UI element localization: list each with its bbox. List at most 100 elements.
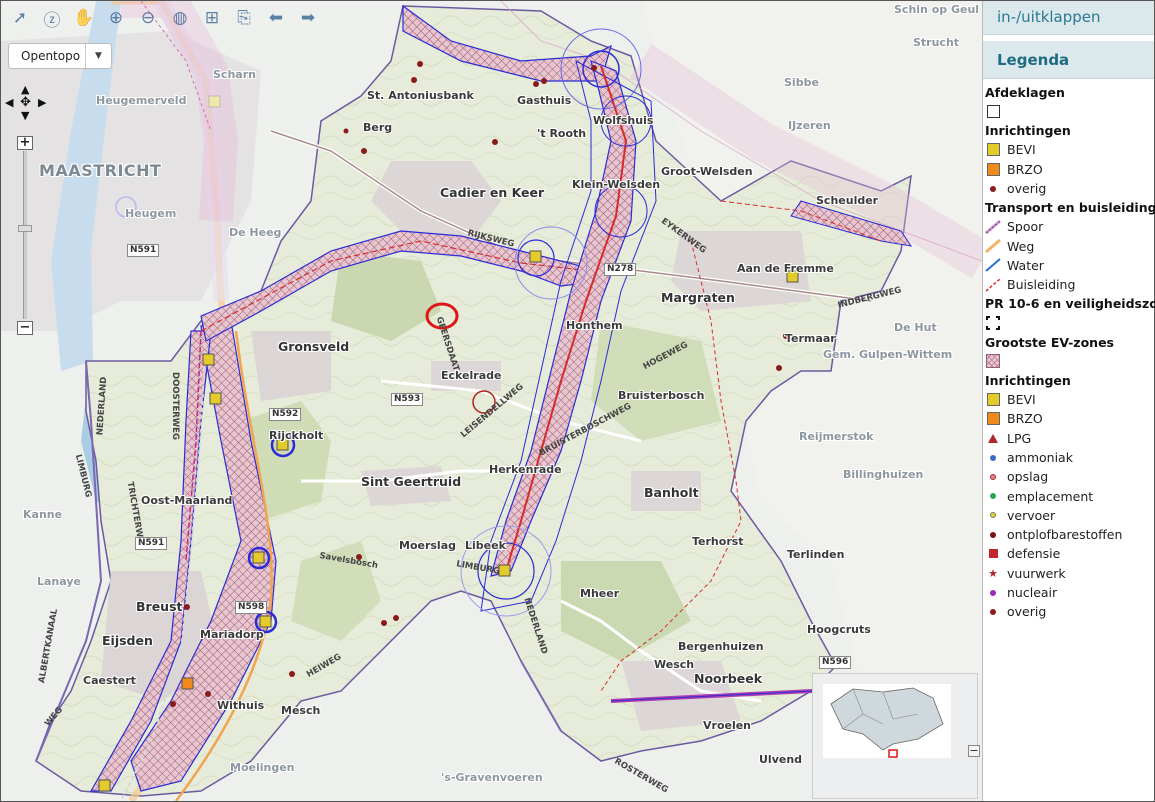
legend-item: Weg: [985, 236, 1154, 255]
zoom-bar[interactable]: [23, 151, 27, 319]
place-label: Scheulder: [816, 194, 879, 207]
place-label: Schin op Geul: [894, 3, 980, 16]
pan-hand-icon[interactable]: ✋: [71, 6, 97, 30]
dot-blue-icon: [985, 451, 1001, 465]
back-icon[interactable]: ⬅: [263, 6, 289, 30]
road-label: DOOSTERWEG: [169, 372, 180, 440]
line-spoor-icon: [985, 219, 1001, 234]
panel-toggle[interactable]: in-/uitklappen: [983, 1, 1154, 35]
bracket-icon: [985, 316, 1001, 331]
legend-item: BEVI: [985, 140, 1154, 159]
legend-item: Buisleiding: [985, 275, 1154, 294]
place-label: Herkenrade: [489, 463, 562, 476]
place-label: Mariadorp: [200, 628, 264, 641]
place-label: Wolfshuis: [593, 114, 654, 127]
map-viewport[interactable]: MAASTRICHT Scharn Heugemerveld Heugem De…: [1, 1, 982, 801]
pan-center-icon[interactable]: ✥: [20, 95, 31, 110]
line-weg-icon: [985, 239, 1001, 254]
overview-map-toggle[interactable]: −: [968, 745, 980, 757]
place-label: Gasthuis: [517, 94, 572, 107]
legend-item: Water: [985, 256, 1154, 275]
sq-orange-icon: [985, 162, 1001, 176]
road-shield: N596: [819, 656, 852, 669]
place-label: Heugemerveld: [96, 94, 187, 107]
pan-right-icon[interactable]: ▶: [38, 96, 46, 109]
legend-item-label: BEVI: [1007, 392, 1036, 408]
dot-maroon-icon: [985, 528, 1001, 542]
place-label: Moelingen: [230, 761, 295, 774]
road-shield: N278: [604, 263, 637, 276]
pan-left-icon[interactable]: ◀: [5, 96, 13, 109]
legend-item-label: Weg: [1007, 238, 1035, 254]
place-label: Gem. Gulpen-Wittem: [823, 348, 953, 361]
overview-map[interactable]: [812, 673, 978, 799]
dot-purple-icon: [985, 586, 1001, 600]
place-label: Oost-Maarland: [141, 494, 233, 507]
pan-down-icon[interactable]: ▼: [21, 109, 29, 122]
side-panel: in-/uitklappen Legenda Afdeklagen Inricht…: [982, 1, 1155, 801]
place-label: Caestert: [83, 674, 136, 687]
place-label: Noorbeek: [694, 671, 763, 686]
select-arrow-icon[interactable]: ➚: [7, 6, 33, 30]
dot-darkred-icon: [985, 605, 1001, 619]
legend-heading: Grootste EV-zones: [985, 334, 1114, 350]
place-label: Strucht: [913, 36, 960, 49]
place-label: Moerslag: [399, 539, 457, 552]
place-label: Berg: [363, 121, 393, 134]
legend-item: defensie: [985, 544, 1154, 563]
zoom-slider-handle[interactable]: [18, 225, 32, 232]
legend-item: [985, 352, 1154, 371]
zoom-in-button[interactable]: +: [17, 136, 33, 150]
place-label: Kanne: [23, 508, 63, 521]
place-label: Withuis: [217, 699, 265, 712]
tri-red-icon: [985, 431, 1001, 445]
sq-yellow-icon: [985, 143, 1001, 157]
place-label: 't Rooth: [537, 127, 587, 140]
legend-item-label: nucleair: [1007, 585, 1058, 601]
basemap-select[interactable]: Opentopo ▼: [8, 43, 112, 69]
place-label: Groot-Welsden: [661, 165, 753, 178]
place-label: Terlinden: [787, 548, 845, 561]
place-label: Eijsden: [102, 633, 153, 648]
legend-item: ★ vuurwerk: [985, 564, 1154, 583]
place-label: Sibbe: [784, 76, 819, 89]
place-label: Ulvend: [759, 753, 803, 766]
road-shield: N598: [235, 601, 268, 614]
place-label: Aan de Fremme: [737, 262, 834, 275]
legend-item-label: overig: [1007, 181, 1047, 197]
map-toolbar: ➚ ⓩ ✋ ⊕ ⊖ ◍ ⊞ ⎘ ⬅ ➡: [7, 5, 321, 31]
place-label: Banholt: [644, 485, 699, 500]
place-label: De Hut: [894, 321, 937, 334]
zoom-out-button[interactable]: −: [17, 321, 33, 335]
chevron-down-icon[interactable]: ▼: [85, 44, 111, 68]
legend-item-label: BRZO: [1007, 411, 1043, 427]
place-label: 's-Gravenvoeren: [441, 771, 543, 784]
legend-title[interactable]: Legenda: [983, 41, 1154, 79]
legend-item-label: LPG: [1007, 430, 1032, 446]
place-label: Scharn: [213, 68, 256, 81]
legend-item: nucleair: [985, 583, 1154, 602]
zoom-in-icon[interactable]: ⊕: [103, 6, 129, 30]
place-label: Sint Geertruid: [361, 474, 462, 489]
legend-item: overig: [985, 179, 1154, 198]
place-label: Cadier en Keer: [440, 185, 545, 200]
info-icon[interactable]: ⎘: [231, 6, 257, 30]
legend-item: [985, 102, 1154, 121]
pan-control[interactable]: ▲ ◀ ▶ ▼ ✥: [5, 83, 46, 123]
sq-yellow-icon: [985, 393, 1001, 407]
overview-map-view[interactable]: [823, 684, 951, 758]
measure-icon[interactable]: ⊞: [199, 6, 225, 30]
globe-icon[interactable]: ◍: [167, 6, 193, 30]
forward-icon[interactable]: ➡: [295, 6, 321, 30]
place-label: Honthem: [566, 319, 623, 332]
legend-item-label: BRZO: [1007, 161, 1043, 177]
legend-item-label: opslag: [1007, 469, 1049, 485]
place-label: Margraten: [661, 290, 735, 305]
place-label: IJzeren: [788, 119, 831, 132]
zoom-z-icon[interactable]: ⓩ: [39, 6, 65, 31]
zoom-out-icon[interactable]: ⊖: [135, 6, 161, 30]
road-shield: N593: [391, 393, 424, 406]
sq-orange-icon: [985, 412, 1001, 426]
place-label: Termaar: [785, 332, 836, 345]
legend-item-label: Water: [1007, 257, 1044, 273]
